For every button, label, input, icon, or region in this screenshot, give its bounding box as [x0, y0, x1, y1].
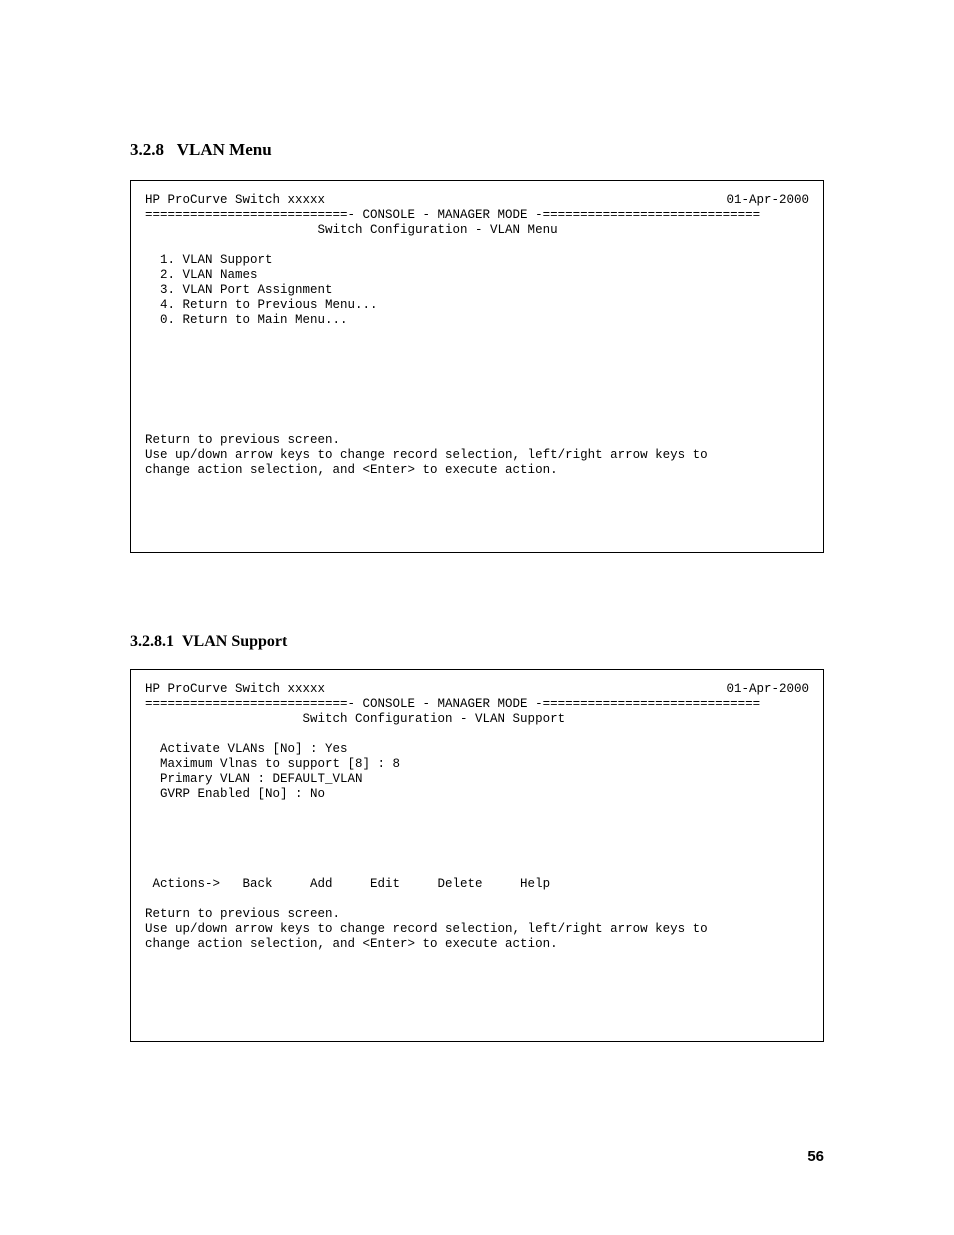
console-subtitle-2: Switch Configuration - VLAN Support — [145, 712, 565, 726]
console-box-vlan-support: HP ProCurve Switch xxxxx 01-Apr-2000=====… — [130, 669, 824, 1042]
config-line-1: Activate VLANs [No] : Yes — [145, 742, 348, 756]
console-box-vlan-menu: HP ProCurve Switch xxxxx 01-Apr-2000=====… — [130, 180, 824, 553]
console-date: 01-Apr-2000 — [726, 193, 809, 208]
menu-item-2: 2. VLAN Names — [145, 268, 258, 282]
console-footer-1b: Return to previous screen. — [145, 907, 340, 921]
subsection-title: VLAN Support — [182, 633, 287, 650]
console-device-2: HP ProCurve Switch xxxxx — [145, 682, 325, 697]
actions-row: Actions-> Back Add Edit Delete Help — [145, 877, 550, 891]
console-footer-3: change action selection, and <Enter> to … — [145, 463, 558, 477]
config-line-3: Primary VLAN : DEFAULT_VLAN — [145, 772, 363, 786]
console-subtitle: Switch Configuration - VLAN Menu — [145, 223, 558, 237]
config-line-4: GVRP Enabled [No] : No — [145, 787, 325, 801]
console-date-2: 01-Apr-2000 — [726, 682, 809, 697]
menu-item-3: 3. VLAN Port Assignment — [145, 283, 333, 297]
console-footer-3b: change action selection, and <Enter> to … — [145, 937, 558, 951]
console-divider: ===========================- CONSOLE - M… — [145, 208, 760, 222]
section-heading-1: 3.2.8 VLAN Menu — [130, 140, 824, 160]
console-footer-2b: Use up/down arrow keys to change record … — [145, 922, 708, 936]
menu-item-4: 4. Return to Previous Menu... — [145, 298, 378, 312]
menu-item-1: 1. VLAN Support — [145, 253, 273, 267]
console-footer-2: Use up/down arrow keys to change record … — [145, 448, 708, 462]
config-line-2: Maximum Vlnas to support [8] : 8 — [145, 757, 400, 771]
console-footer-1: Return to previous screen. — [145, 433, 340, 447]
page-number: 56 — [807, 1148, 824, 1165]
section-number: 3.2.8 — [130, 140, 164, 159]
menu-item-0: 0. Return to Main Menu... — [145, 313, 348, 327]
console-device: HP ProCurve Switch xxxxx — [145, 193, 325, 208]
section-title: VLAN Menu — [177, 140, 272, 159]
subsection-number: 3.2.8.1 — [130, 633, 174, 650]
section-heading-2: 3.2.8.1 VLAN Support — [130, 633, 824, 651]
console-divider-2: ===========================- CONSOLE - M… — [145, 697, 760, 711]
